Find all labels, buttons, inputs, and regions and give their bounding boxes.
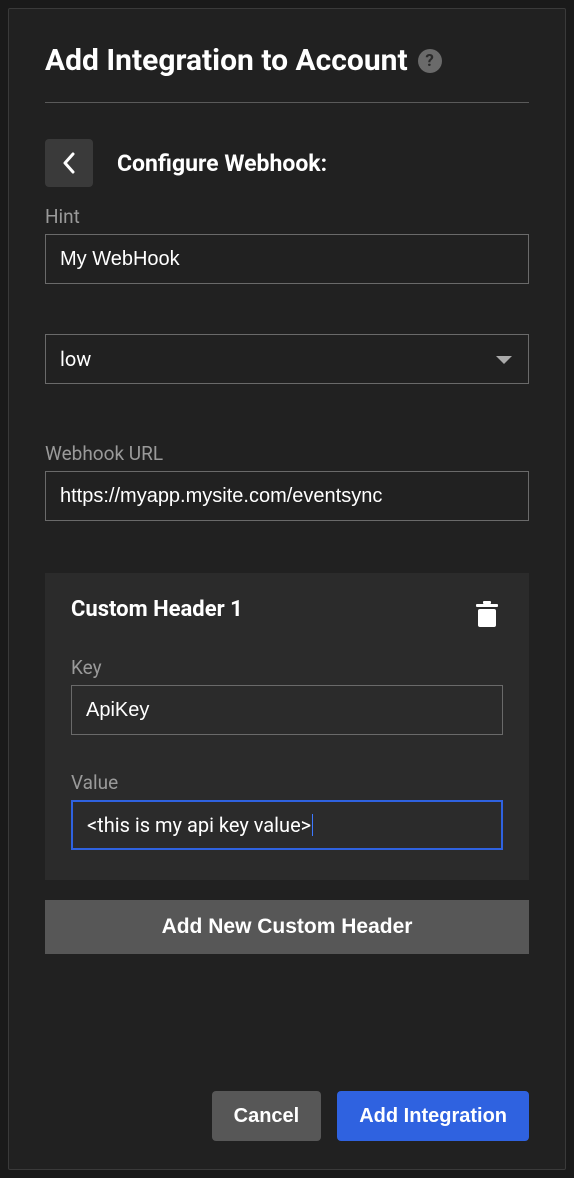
hint-input[interactable]	[45, 234, 529, 284]
section-title: Configure Webhook:	[117, 150, 327, 177]
hint-field-group: Hint	[45, 205, 529, 284]
custom-header-title: Custom Header 1	[71, 597, 243, 622]
hint-label: Hint	[45, 205, 529, 228]
modal-header: Add Integration to Account ?	[45, 43, 529, 103]
custom-header-card: Custom Header 1 Key Value <this is my ap…	[45, 573, 529, 880]
help-icon[interactable]: ?	[418, 49, 442, 73]
modal-title: Add Integration to Account	[45, 43, 408, 78]
header-key-input[interactable]	[71, 685, 503, 735]
header-value-label: Value	[71, 771, 503, 794]
header-value-input[interactable]: <this is my api key value>	[71, 800, 503, 850]
header-key-field: Key	[71, 656, 503, 735]
delete-header-button[interactable]	[471, 597, 503, 636]
custom-header-card-header: Custom Header 1	[71, 597, 503, 636]
priority-value: low	[60, 347, 91, 371]
header-value-field: Value <this is my api key value>	[71, 771, 503, 850]
chevron-down-icon	[496, 347, 512, 371]
header-value-text: <this is my api key value>	[87, 813, 311, 837]
add-integration-button[interactable]: Add Integration	[337, 1091, 529, 1141]
back-button[interactable]	[45, 139, 93, 187]
add-integration-modal: Add Integration to Account ? Configure W…	[8, 8, 566, 1170]
priority-select[interactable]: low	[45, 334, 529, 384]
section-heading: Configure Webhook:	[45, 139, 529, 187]
text-cursor	[312, 814, 313, 836]
webhook-url-input[interactable]	[45, 471, 529, 521]
add-new-custom-header-button[interactable]: Add New Custom Header	[45, 900, 529, 954]
webhook-url-label: Webhook URL	[45, 442, 529, 465]
chevron-left-icon	[62, 152, 76, 174]
cancel-button[interactable]: Cancel	[212, 1091, 322, 1141]
webhook-url-field-group: Webhook URL	[45, 442, 529, 521]
header-key-label: Key	[71, 656, 503, 679]
modal-footer: Cancel Add Integration	[45, 1061, 529, 1141]
trash-icon	[475, 601, 499, 629]
